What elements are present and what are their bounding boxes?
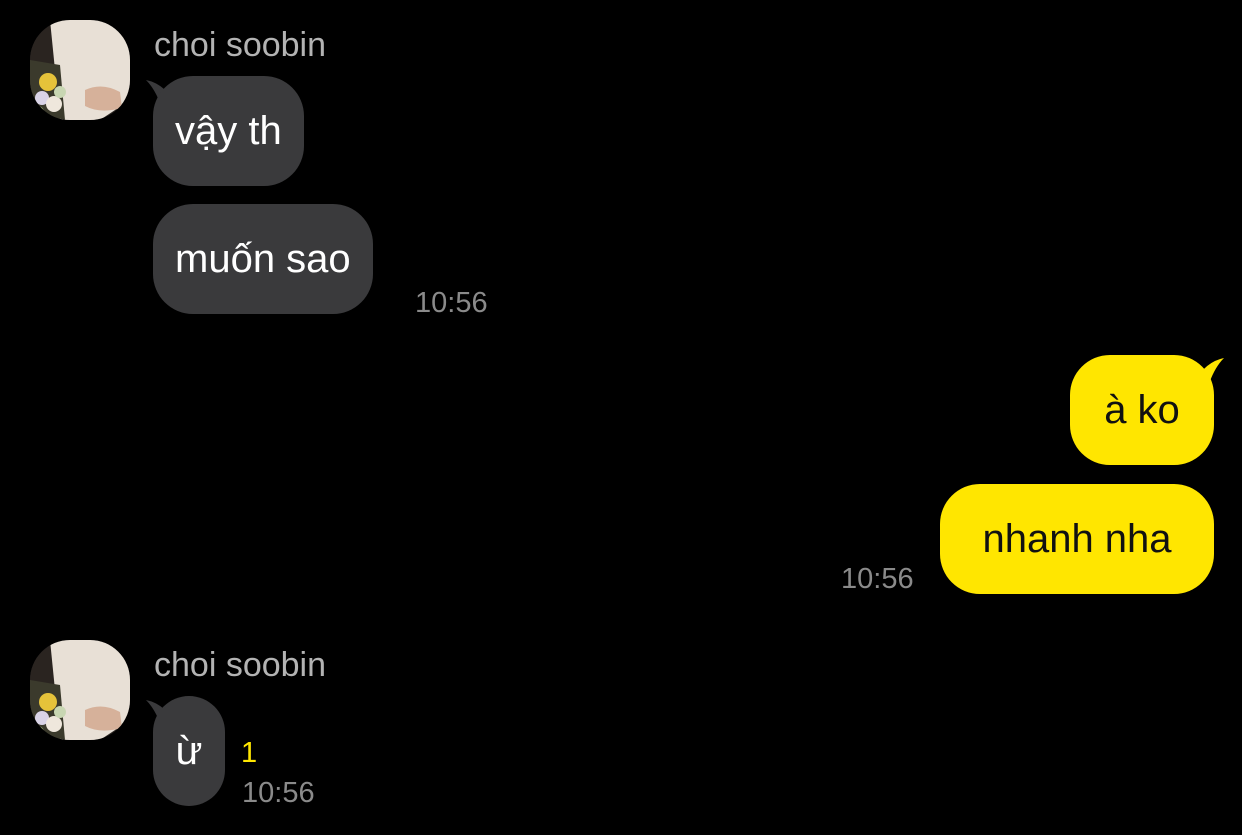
sender-name: choi soobin (154, 646, 327, 684)
avatar[interactable] (30, 640, 130, 740)
profile-photo-icon (30, 640, 130, 740)
message-bubble[interactable]: vậy th (153, 76, 304, 186)
message-bubble[interactable]: muốn sao (153, 204, 373, 314)
sender-name: choi soobin (154, 26, 327, 64)
message-text: muốn sao (175, 237, 351, 281)
message-text: à ko (1104, 388, 1180, 432)
message-bubble[interactable]: nhanh nha (940, 484, 1214, 594)
message-bubble[interactable]: à ko (1070, 355, 1214, 465)
unread-count-badge: 1 (241, 737, 258, 769)
message-timestamp: 10:56 (841, 563, 914, 595)
message-text: vậy th (175, 109, 282, 153)
message-text: ừ (175, 729, 203, 773)
profile-photo-icon (30, 20, 130, 120)
message-bubble[interactable]: ừ (153, 696, 225, 806)
message-text: nhanh nha (982, 517, 1172, 561)
message-timestamp: 10:56 (242, 777, 315, 809)
message-timestamp: 10:56 (415, 287, 488, 319)
avatar[interactable] (30, 20, 130, 120)
